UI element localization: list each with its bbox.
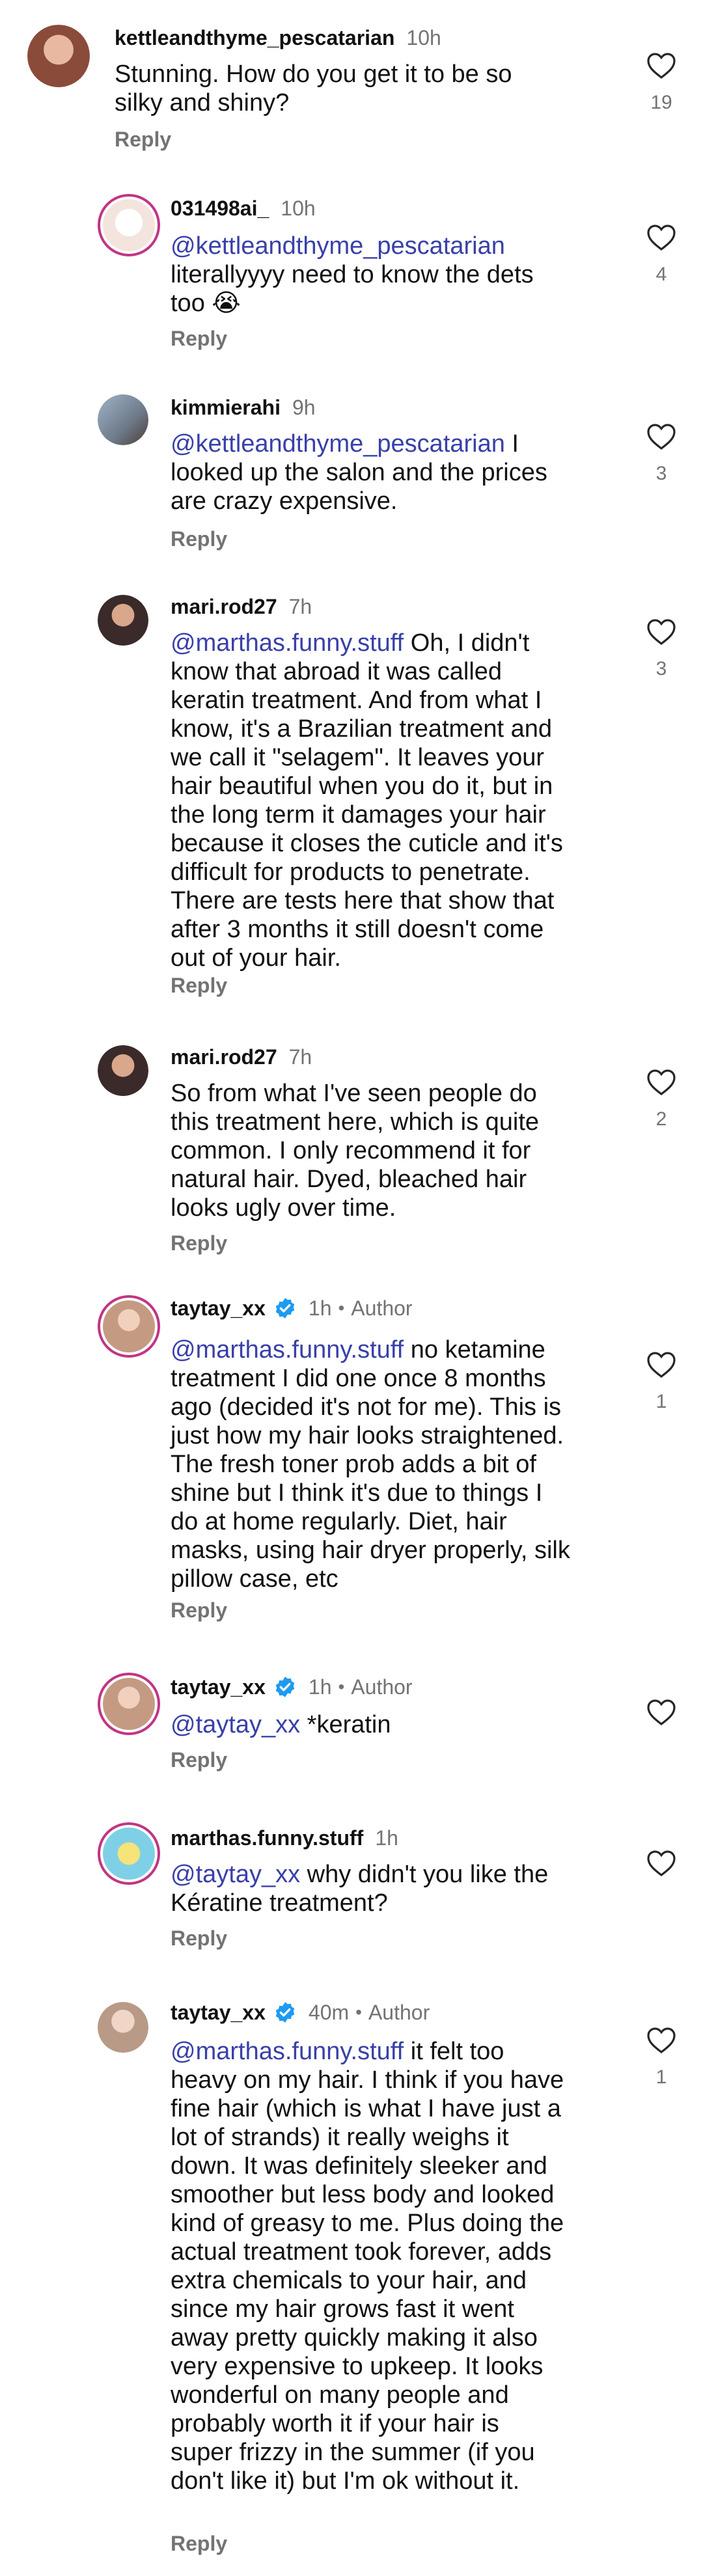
comment-text: @marthas.funny.stuff no ketamine treatme… (171, 1336, 570, 1593)
comment-text: @kettleandthyme_pescatarian literallyyyy … (171, 232, 534, 317)
timestamp: 7h (288, 595, 312, 618)
like-count: 1 (655, 1391, 667, 1412)
avatar[interactable] (98, 595, 148, 646)
timestamp: 40m (308, 2001, 350, 2024)
author-label: Author (351, 1675, 413, 1699)
comment-text: @marthas.funny.stuff Oh, I didn't know t… (171, 629, 563, 972)
heart-icon (647, 424, 676, 450)
mention-link[interactable]: @marthas.funny.stuff (171, 1336, 404, 1363)
timestamp: 10h (406, 26, 441, 49)
username[interactable]: mari.rod27 (171, 1044, 277, 1070)
heart-icon (647, 619, 676, 646)
reply-button[interactable]: Reply (171, 526, 227, 552)
timestamp: 7h (288, 1045, 312, 1069)
mention-link[interactable]: @kettleandthyme_pescatarian (171, 430, 505, 458)
comment-header: mari.rod27 7h (171, 594, 312, 620)
separator-dot: • (338, 1298, 345, 1318)
like-button[interactable] (644, 1697, 678, 1726)
heart-icon (647, 1699, 676, 1726)
comment-text: So from what I've seen people do this tr… (171, 1080, 540, 1222)
verified-badge-icon (275, 1298, 295, 1319)
timestamp: 1h (375, 1826, 398, 1850)
mention-link[interactable]: @marthas.funny.stuff (171, 2038, 404, 2065)
like-button[interactable]: 19 (644, 51, 678, 115)
timestamp: 1h (308, 1296, 332, 1320)
like-count: 3 (655, 658, 667, 679)
mention-link[interactable]: @marthas.funny.stuff (171, 629, 404, 657)
comment-header: taytay_xx 40m • Author (171, 1999, 430, 2025)
author-label: Author (351, 1296, 413, 1320)
avatar[interactable] (98, 194, 160, 256)
comment-header: taytay_xx 1h • Author (171, 1295, 413, 1321)
mention-link[interactable]: @taytay_xx (171, 1861, 300, 1888)
verified-badge-icon (275, 1677, 295, 1697)
like-button[interactable]: 4 (644, 223, 678, 286)
comment-text: @taytay_xx why didn't you like the Kérat… (171, 1861, 549, 1917)
reply-button[interactable]: Reply (171, 1230, 227, 1256)
separator-dot: • (338, 1677, 345, 1697)
username[interactable]: kettleandthyme_pescatarian (115, 25, 394, 51)
like-button[interactable]: 1 (644, 1350, 678, 1414)
comment-text: @taytay_xx *keratin (171, 1711, 391, 1738)
avatar[interactable] (98, 1295, 160, 1358)
heart-icon (647, 225, 676, 251)
reply-button[interactable]: Reply (171, 972, 227, 998)
like-button[interactable]: 2 (644, 1067, 678, 1131)
avatar[interactable] (27, 25, 90, 87)
username[interactable]: kimmierahi (171, 394, 281, 420)
username[interactable]: taytay_xx (171, 1999, 266, 2025)
comment-text: @marthas.funny.stuff it felt too heavy o… (171, 2038, 564, 2495)
username[interactable]: marthas.funny.stuff (171, 1825, 363, 1851)
comment-text: Stunning. How do you get it to be so sil… (115, 61, 512, 116)
avatar[interactable] (98, 2002, 148, 2053)
comment-header: mari.rod27 7h (171, 1044, 312, 1070)
like-button[interactable] (644, 1848, 678, 1877)
like-count: 2 (655, 1108, 667, 1130)
comment-header: kimmierahi 9h (171, 394, 316, 420)
heart-icon (647, 53, 676, 79)
comment-header: marthas.funny.stuff 1h (171, 1825, 398, 1851)
like-count: 4 (655, 264, 667, 285)
comment-text: @kettleandthyme_pescatarian I looked up … (171, 430, 547, 515)
like-button[interactable]: 3 (644, 617, 678, 681)
reply-button[interactable]: Reply (171, 1597, 227, 1623)
reply-button[interactable]: Reply (115, 126, 171, 152)
timestamp: 1h (308, 1675, 332, 1699)
avatar[interactable] (98, 1045, 148, 1096)
avatar[interactable] (98, 394, 148, 445)
avatar[interactable] (98, 1673, 160, 1735)
reply-button[interactable]: Reply (171, 2530, 227, 2556)
separator-dot: • (355, 2002, 362, 2022)
mention-link[interactable]: @kettleandthyme_pescatarian (171, 232, 505, 260)
like-count: 19 (650, 92, 672, 113)
reply-button[interactable]: Reply (171, 325, 227, 351)
heart-icon (647, 1352, 676, 1378)
comment-header: 031498ai_ 10h (171, 195, 316, 221)
heart-icon (647, 2027, 676, 2054)
verified-badge-icon (275, 2002, 295, 2023)
mention-link[interactable]: @taytay_xx (171, 1711, 300, 1738)
like-button[interactable]: 1 (644, 2025, 678, 2089)
reply-button[interactable]: Reply (171, 1747, 227, 1773)
heart-icon (647, 1069, 676, 1096)
username[interactable]: mari.rod27 (171, 594, 277, 620)
username[interactable]: taytay_xx (171, 1295, 266, 1321)
comment-header: kettleandthyme_pescatarian 10h (115, 25, 441, 51)
username[interactable]: 031498ai_ (171, 195, 269, 221)
reply-button[interactable]: Reply (171, 1925, 227, 1951)
avatar[interactable] (98, 1822, 160, 1885)
like-button[interactable]: 3 (644, 422, 678, 486)
like-count: 1 (655, 2066, 667, 2088)
heart-icon (647, 1850, 676, 1877)
timestamp: 9h (292, 396, 316, 419)
timestamp: 10h (281, 197, 316, 220)
comment-header: taytay_xx 1h • Author (171, 1674, 413, 1700)
like-count: 3 (655, 463, 667, 484)
author-label: Author (368, 2001, 430, 2024)
username[interactable]: taytay_xx (171, 1674, 266, 1700)
